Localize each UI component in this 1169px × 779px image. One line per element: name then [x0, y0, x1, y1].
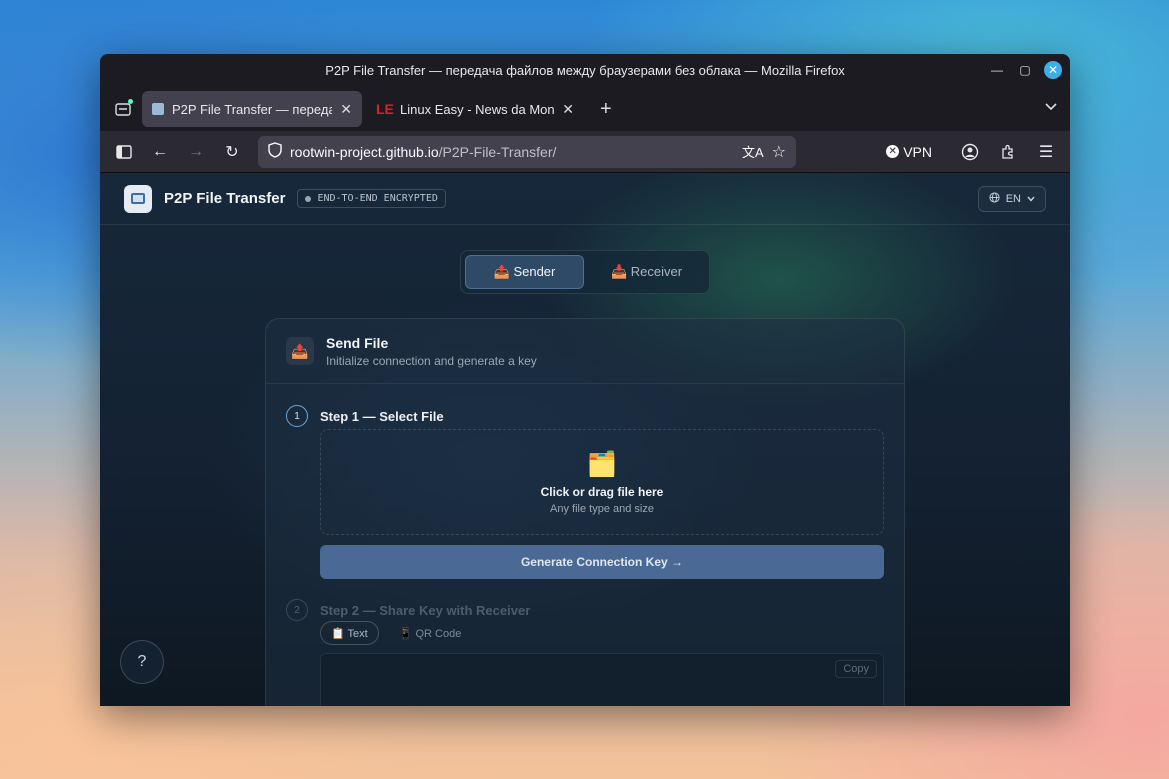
page-content: P2P File Transfer END-TO-END ENCRYPTED E…	[100, 173, 1070, 706]
status-dot-icon	[305, 195, 312, 202]
send-file-card: 📤 Send File Initialize connection and ge…	[265, 318, 905, 706]
tab-p2p-file-transfer[interactable]: P2P File Transfer — передача файлов ✕	[142, 91, 362, 127]
qr-mode-tab[interactable]: 📱 QR Code	[389, 621, 472, 645]
vpn-status-icon: ✕	[886, 145, 900, 158]
step-1-number: 1	[286, 405, 308, 427]
firefox-view-icon[interactable]	[108, 94, 138, 124]
globe-icon	[989, 191, 1000, 206]
sender-tab[interactable]: 📤 Sender	[465, 255, 584, 289]
vpn-label: VPN	[903, 143, 932, 160]
step-2: 2 Step 2 — Share Key with Receiver	[286, 599, 530, 621]
linux-easy-favicon-icon: LE	[376, 101, 394, 117]
url-text[interactable]: rootwin-project.github.io/P2P-File-Trans…	[290, 144, 734, 160]
maximize-icon[interactable]: ▢	[1016, 61, 1034, 79]
step-1-label: Step 1 — Select File	[320, 408, 444, 424]
url-bar[interactable]: rootwin-project.github.io/P2P-File-Trans…	[258, 135, 796, 168]
key-mode-tabs: 📋 Text 📱 QR Code	[320, 621, 471, 645]
step-2-number: 2	[286, 599, 308, 621]
copy-button[interactable]: Copy	[835, 660, 877, 678]
translate-icon[interactable]: 文A	[742, 142, 764, 161]
language-label: EN	[1005, 192, 1021, 205]
text-mode-tab[interactable]: 📋 Text	[320, 621, 379, 645]
generate-key-button[interactable]: Generate Connection Key →	[320, 545, 884, 579]
card-header: 📤 Send File Initialize connection and ge…	[266, 319, 904, 384]
app-title: P2P File Transfer	[164, 190, 286, 207]
app-header: P2P File Transfer END-TO-END ENCRYPTED E…	[100, 173, 1070, 225]
shield-icon[interactable]	[268, 142, 282, 161]
menu-icon[interactable]: ☰	[1030, 136, 1062, 168]
p2p-favicon-icon	[152, 103, 164, 115]
outbox-icon: 📤	[286, 337, 314, 365]
navigation-toolbar: ← → ↻ rootwin-project.github.io/P2P-File…	[100, 131, 1070, 173]
window-controls: — ▢ ✕	[988, 61, 1062, 79]
back-icon[interactable]: ←	[144, 136, 176, 168]
step-2-label: Step 2 — Share Key with Receiver	[320, 602, 531, 618]
window-title: P2P File Transfer — передача файлов межд…	[325, 63, 845, 78]
role-switch: 📤 Sender 📥 Receiver	[460, 250, 710, 294]
reload-icon[interactable]: ↻	[216, 136, 248, 168]
folder-icon: 🗂️	[587, 450, 617, 478]
card-title: Send File	[326, 334, 389, 351]
receiver-tab[interactable]: 📥 Receiver	[588, 255, 705, 289]
help-button[interactable]: ?	[120, 640, 164, 684]
new-tab-button[interactable]: +	[600, 98, 612, 121]
extensions-icon[interactable]	[992, 136, 1024, 168]
title-bar: P2P File Transfer — передача файлов межд…	[100, 54, 1070, 87]
card-subtitle: Initialize connection and generate a key	[326, 353, 537, 368]
sidebar-icon[interactable]	[108, 136, 140, 168]
file-dropzone[interactable]: 🗂️ Click or drag file here Any file type…	[320, 429, 884, 535]
bookmark-star-icon[interactable]: ☆	[772, 142, 786, 162]
connection-key-box[interactable]: Copy	[320, 653, 884, 706]
minimize-icon[interactable]: —	[988, 61, 1006, 79]
close-window-icon[interactable]: ✕	[1044, 61, 1062, 79]
app-logo-icon	[124, 184, 152, 213]
dropzone-title: Click or drag file here	[540, 484, 664, 499]
vpn-button[interactable]: ✕ VPN	[886, 144, 932, 160]
step-1: 1 Step 1 — Select File	[286, 405, 444, 427]
tab-linux-easy[interactable]: LE Linux Easy - News da Mondo Linux ✕	[366, 91, 584, 127]
tab-label: P2P File Transfer — передача файлов	[172, 101, 333, 117]
list-all-tabs-icon[interactable]	[1044, 99, 1058, 117]
language-selector[interactable]: EN	[977, 185, 1046, 212]
url-path: /P2P-File-Transfer/	[438, 143, 557, 160]
tab-label: Linux Easy - News da Mondo Linux	[400, 101, 555, 117]
forward-icon[interactable]: →	[180, 136, 212, 168]
encryption-badge: END-TO-END ENCRYPTED	[297, 189, 446, 208]
chevron-down-icon	[1027, 193, 1035, 205]
dropzone-subtitle: Any file type and size	[550, 502, 654, 515]
browser-window: P2P File Transfer — передача файлов межд…	[100, 54, 1070, 706]
tab-bar: P2P File Transfer — передача файлов ✕ LE…	[100, 87, 1070, 131]
toolbar-right: ✕ VPN ☰	[886, 136, 1062, 168]
close-tab-icon[interactable]: ✕	[340, 101, 352, 118]
badge-label: END-TO-END ENCRYPTED	[317, 193, 438, 204]
close-tab-icon[interactable]: ✕	[562, 101, 574, 118]
account-icon[interactable]	[954, 136, 986, 168]
url-host: rootwin-project.github.io	[290, 143, 439, 160]
